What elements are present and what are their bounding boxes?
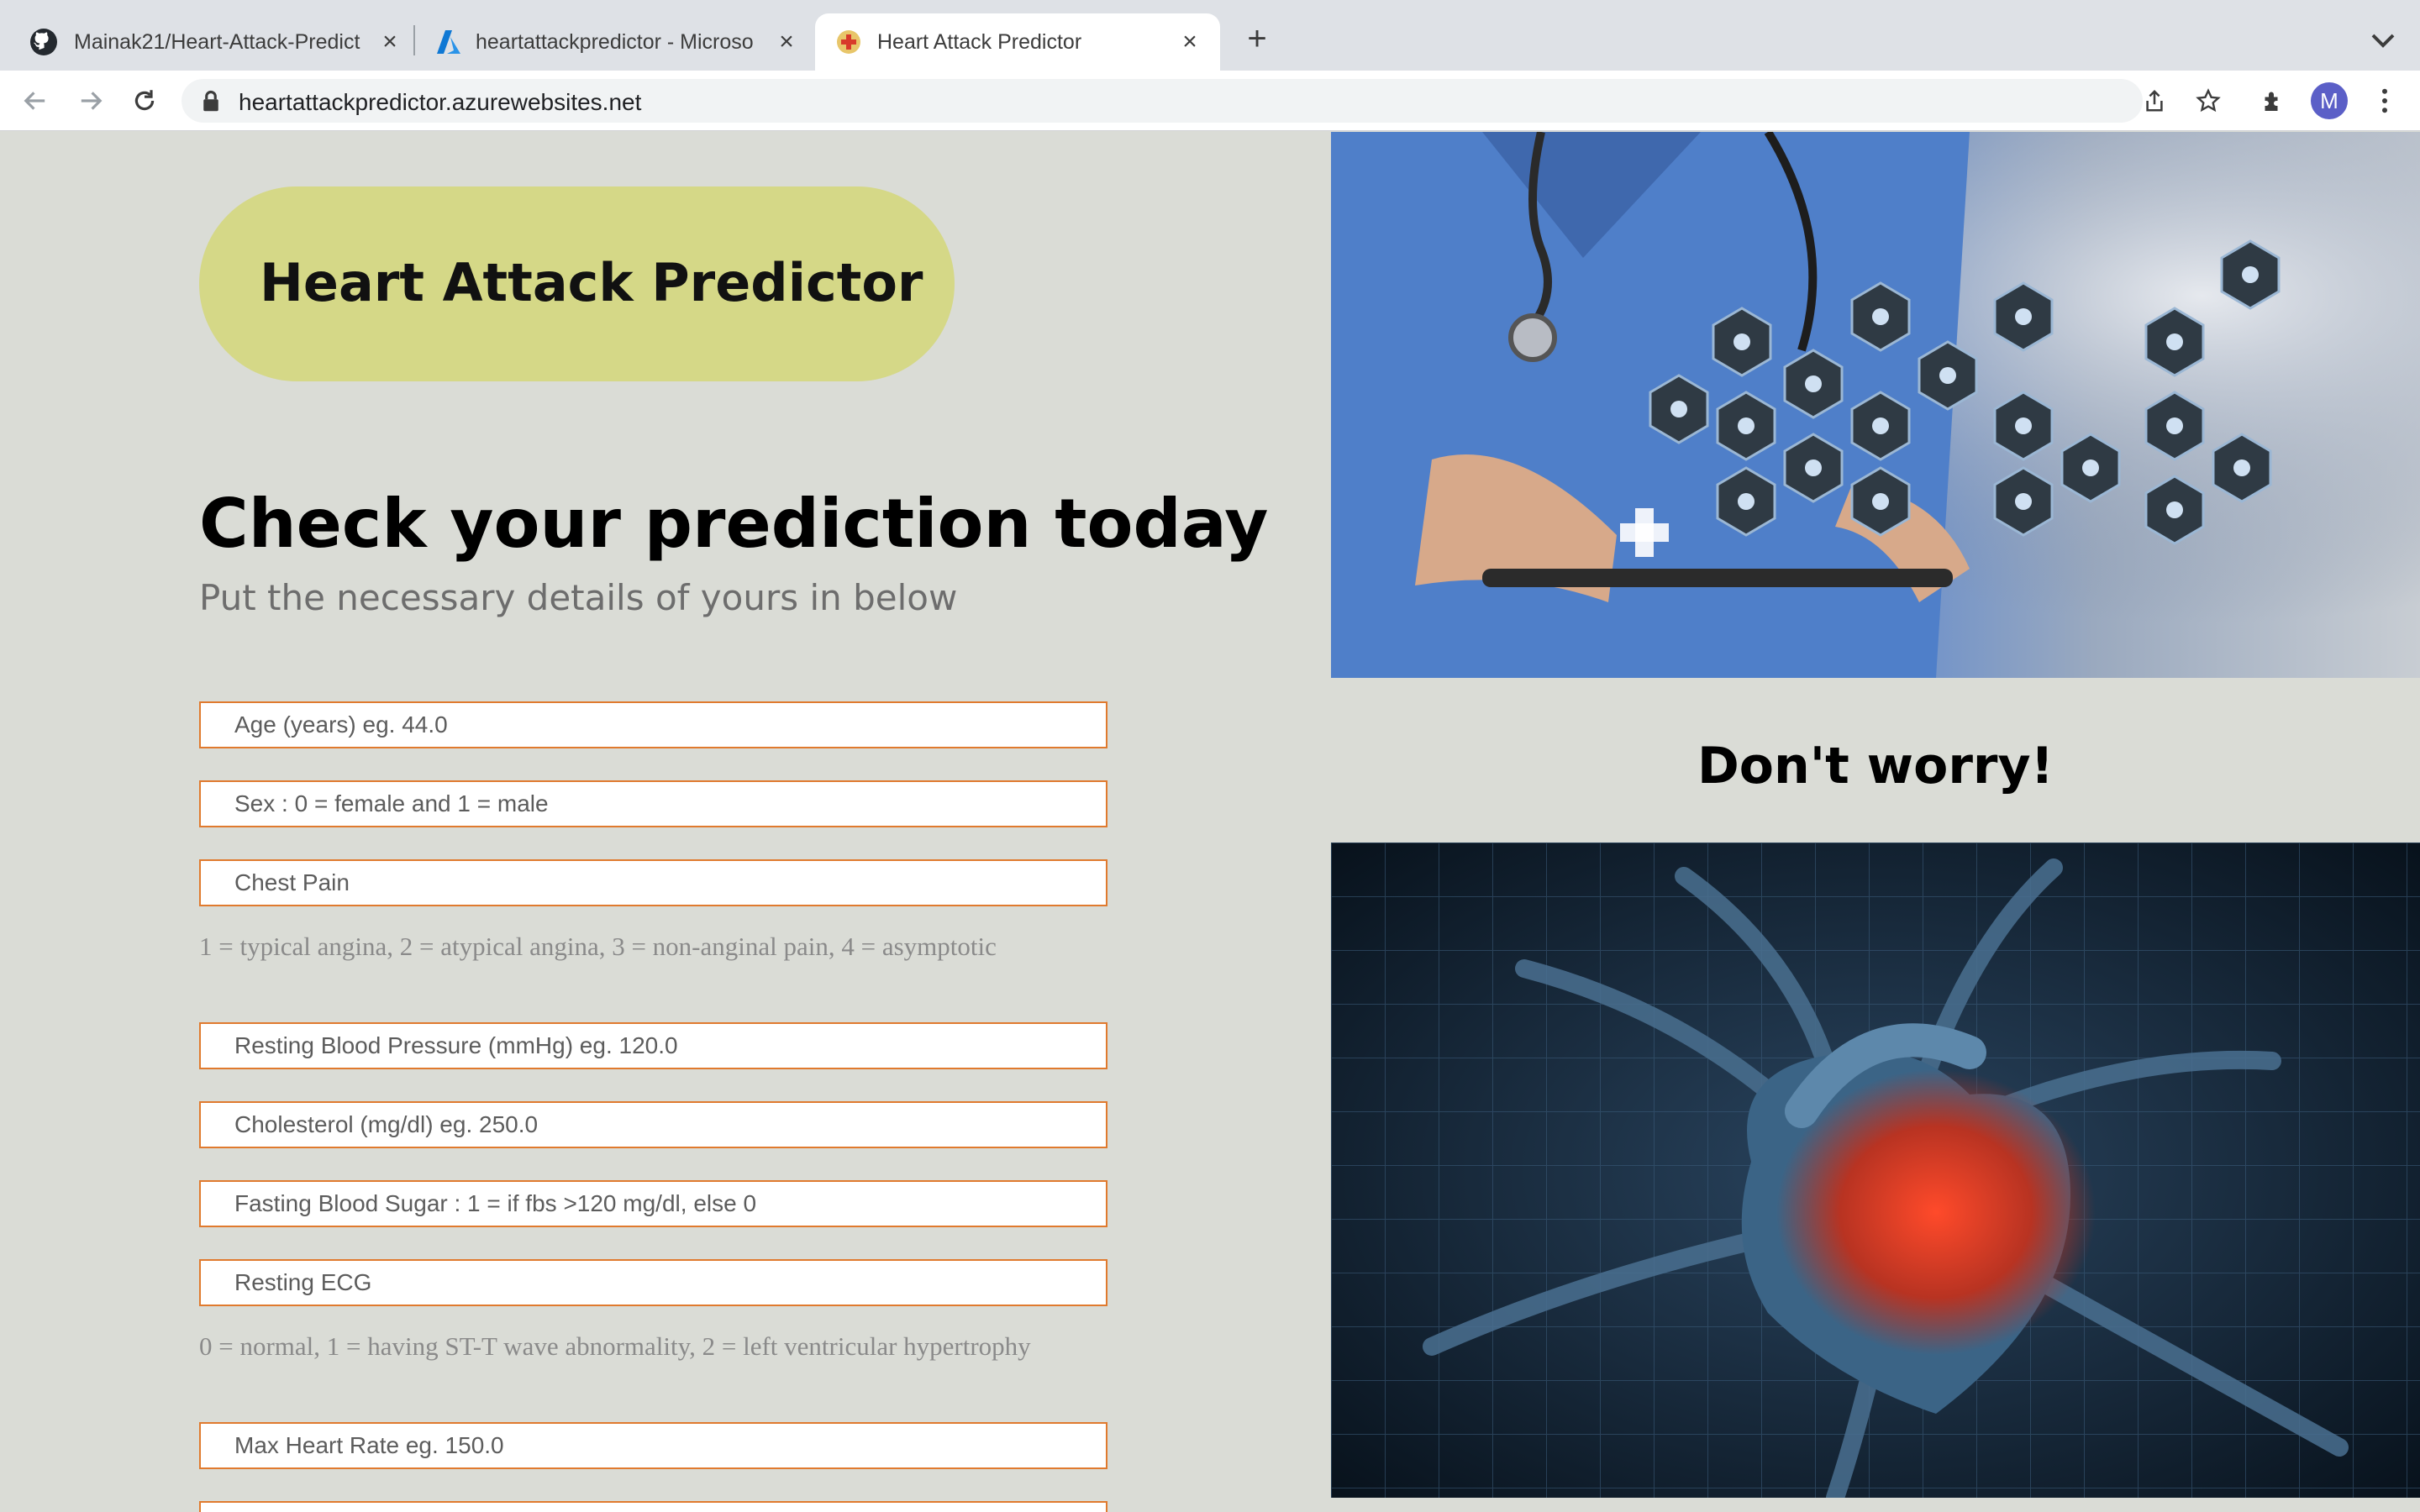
share-icon xyxy=(2146,90,2163,112)
cholesterol-field[interactable] xyxy=(199,1101,1107,1148)
arrow-left-icon xyxy=(24,92,45,110)
sex-input[interactable] xyxy=(201,782,1106,826)
arrow-right-icon xyxy=(81,92,103,110)
close-icon[interactable]: × xyxy=(375,27,405,57)
tab-heart-attack-predictor[interactable]: Heart Attack Predictor × xyxy=(815,13,1220,71)
resting-ecg-field[interactable] xyxy=(199,1259,1107,1306)
url-text[interactable]: heartattackpredictor.azurewebsites.net xyxy=(239,89,641,116)
medical-cross-icon xyxy=(837,30,860,54)
resting-bp-input[interactable] xyxy=(201,1024,1106,1068)
tab-title: Mainak21/Heart-Attack-Predict xyxy=(74,30,360,54)
age-field[interactable] xyxy=(199,701,1107,748)
puzzle-icon xyxy=(2265,92,2278,111)
page-content: Heart Attack Predictor Check your predic… xyxy=(0,132,2420,1512)
fasting-blood-sugar-field[interactable] xyxy=(199,1180,1107,1227)
brand-banner: Heart Attack Predictor xyxy=(199,186,955,381)
cholesterol-input[interactable] xyxy=(201,1103,1106,1147)
right-column: Don't worry! xyxy=(1331,132,2420,1512)
reload-button[interactable] xyxy=(128,84,161,118)
resting-ecg-input[interactable] xyxy=(201,1261,1106,1305)
extensions-button[interactable] xyxy=(2257,84,2291,118)
back-button[interactable] xyxy=(18,84,52,118)
lock-icon[interactable] xyxy=(200,89,222,113)
chevron-down-icon[interactable] xyxy=(2366,24,2400,57)
tab-github[interactable]: Mainak21/Heart-Attack-Predict × xyxy=(0,13,413,71)
next-field[interactable] xyxy=(199,1501,1107,1512)
max-heart-rate-field[interactable] xyxy=(199,1422,1107,1469)
share-button[interactable] xyxy=(2138,84,2171,118)
azure-icon xyxy=(437,30,460,54)
browser-toolbar: heartattackpredictor.azurewebsites.net M xyxy=(0,71,2420,131)
address-bar[interactable]: heartattackpredictor.azurewebsites.net xyxy=(182,79,2143,123)
doctor-illustration xyxy=(1331,132,2420,678)
tab-title: Heart Attack Predictor xyxy=(877,30,1082,54)
github-icon xyxy=(30,29,57,55)
resting-ecg-hint: 0 = normal, 1 = having ST-T wave abnorma… xyxy=(199,1331,1031,1361)
max-heart-rate-input[interactable] xyxy=(201,1424,1106,1467)
browser-tab-strip: Mainak21/Heart-Attack-Predict × heartatt… xyxy=(0,0,2420,71)
profile-avatar[interactable]: M xyxy=(2311,82,2348,119)
bookmark-button[interactable] xyxy=(2191,84,2225,118)
doctor-with-tablet-image xyxy=(1331,132,2420,678)
forward-button[interactable] xyxy=(74,84,108,118)
tab-azure[interactable]: heartattackpredictor - Microso × xyxy=(415,13,815,71)
dont-worry-heading: Don't worry! xyxy=(1697,737,2054,795)
more-vertical-icon xyxy=(2382,88,2387,113)
resting-bp-field[interactable] xyxy=(199,1022,1107,1069)
star-icon xyxy=(2196,88,2221,113)
chest-pain-hint: 1 = typical angina, 2 = atypical angina,… xyxy=(199,932,997,961)
fasting-blood-sugar-input[interactable] xyxy=(201,1182,1106,1226)
anatomical-heart-image xyxy=(1331,843,2420,1498)
page-subheading: Put the necessary details of yours in be… xyxy=(199,577,958,618)
age-input[interactable] xyxy=(201,703,1106,747)
reload-icon xyxy=(134,90,155,111)
close-icon[interactable]: × xyxy=(771,27,802,57)
close-icon[interactable]: × xyxy=(1175,27,1205,57)
new-tab-icon[interactable]: + xyxy=(1240,22,1274,57)
tab-title: heartattackpredictor - Microso xyxy=(476,30,754,54)
chest-pain-input[interactable] xyxy=(201,861,1106,905)
browser-menu-button[interactable] xyxy=(2368,84,2402,118)
chest-pain-field[interactable] xyxy=(199,859,1107,906)
page-heading: Check your prediction today xyxy=(199,485,1269,563)
sex-field[interactable] xyxy=(199,780,1107,827)
brand-title: Heart Attack Predictor xyxy=(260,252,923,313)
heart-illustration xyxy=(1331,843,2420,1498)
